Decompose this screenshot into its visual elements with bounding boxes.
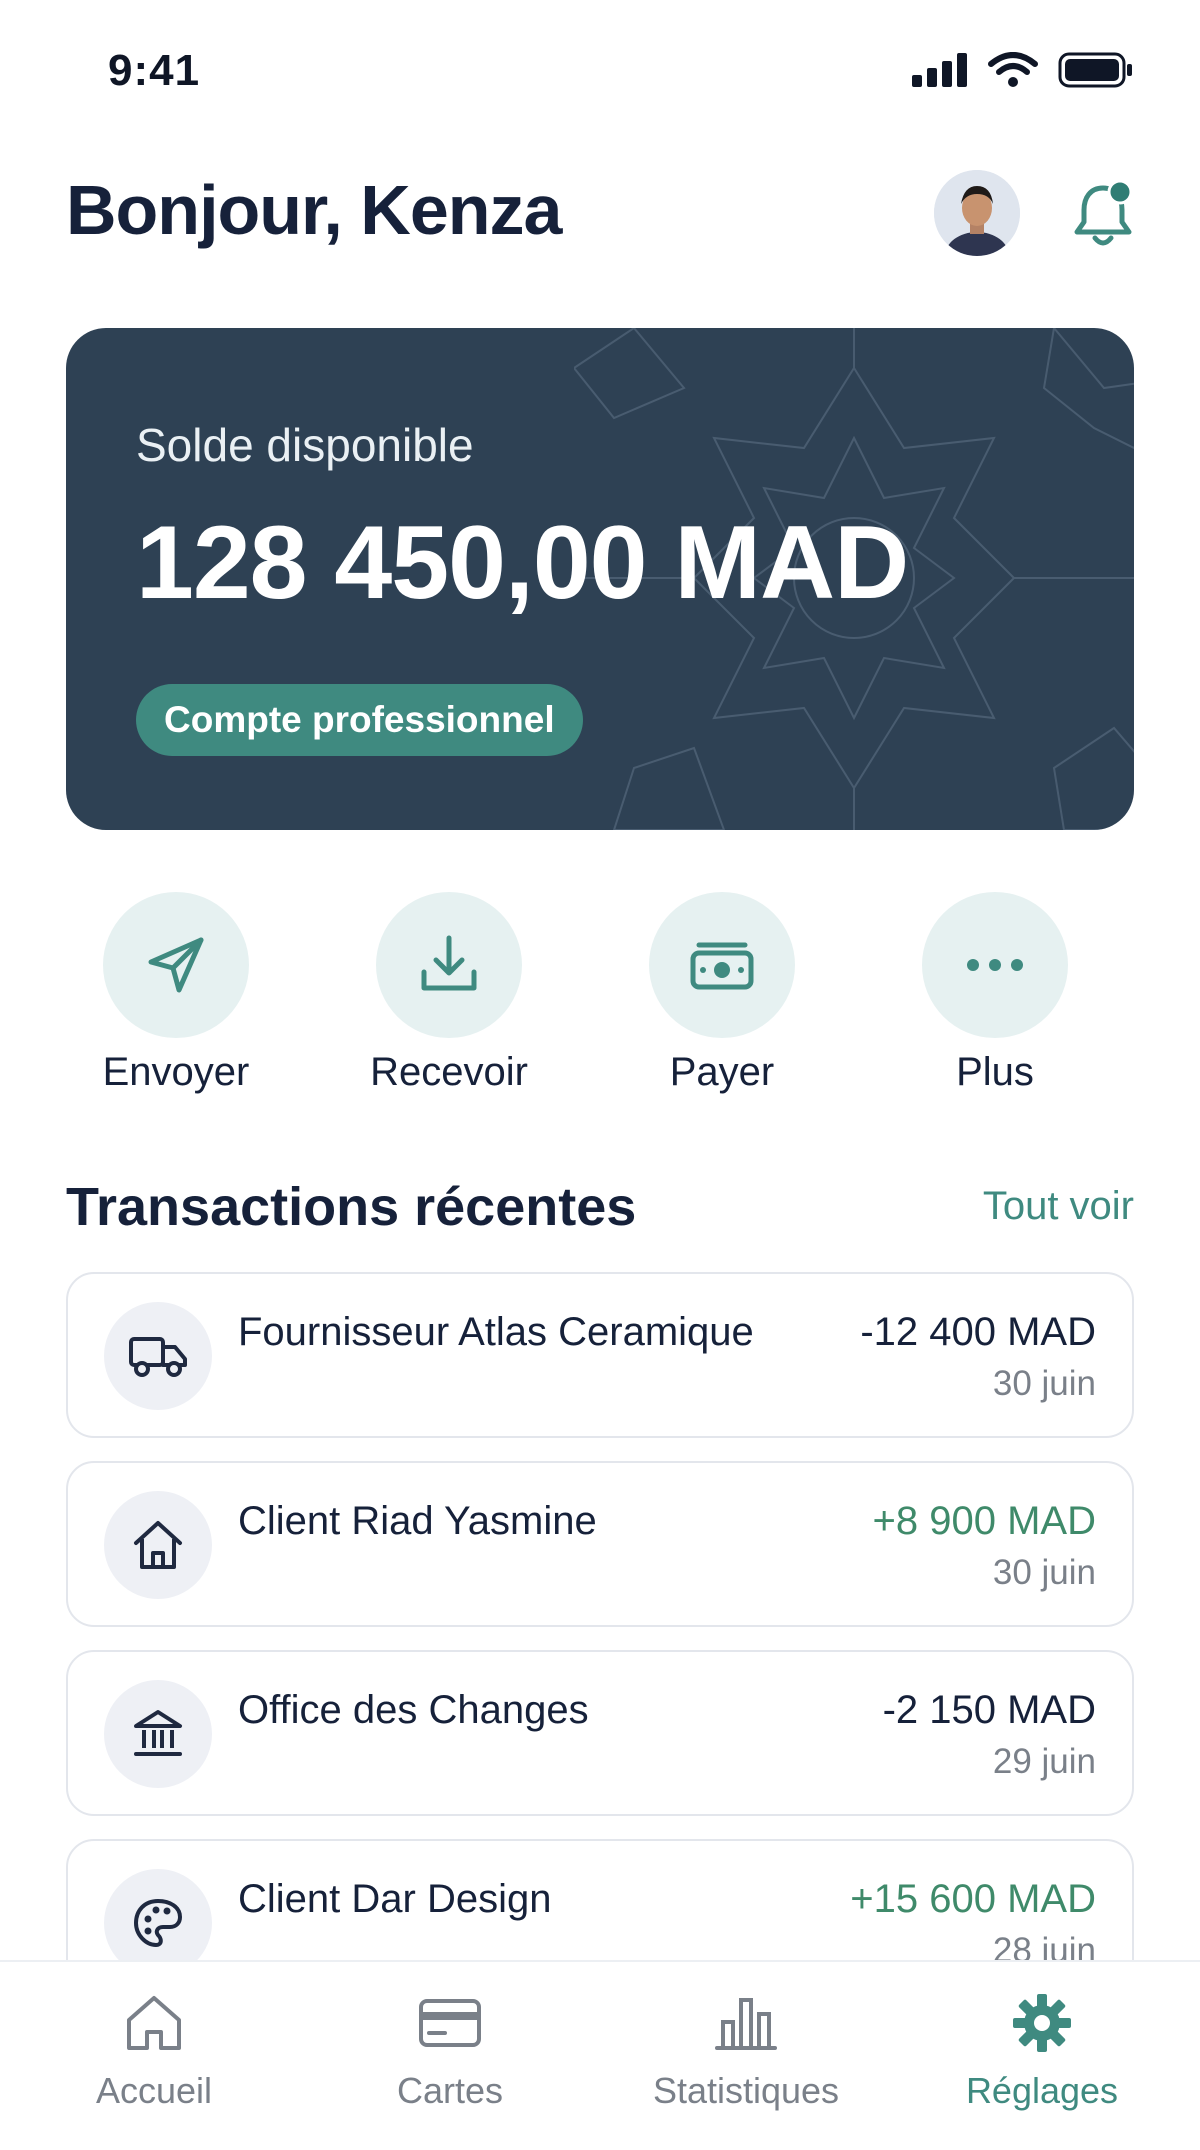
send-action-circle[interactable]: [103, 892, 249, 1038]
wifi-icon: [988, 52, 1038, 87]
nav-item-statistiques[interactable]: Statistiques: [596, 1988, 896, 2112]
palette-icon: [134, 1899, 182, 1947]
nav-item-reglages[interactable]: Réglages: [892, 1988, 1192, 2112]
pay-action-circle[interactable]: [649, 892, 795, 1038]
avatar-photo: [934, 170, 1020, 256]
balance-amount: 128 450,00 MAD: [136, 505, 909, 621]
nav-label: Réglages: [965, 2070, 1119, 2111]
transaction-icon-wrap: [104, 1680, 212, 1788]
transaction-date: 29 juin: [992, 1742, 1096, 1781]
account-type-badge: Compte professionnel: [136, 684, 583, 756]
nav-icon-wrap: [892, 1988, 1192, 2058]
nav-label: Cartes: [396, 2070, 504, 2111]
more-action-label: Plus: [956, 1050, 1034, 1094]
transaction-icon-wrap: [104, 1491, 212, 1599]
transaction-date: 30 juin: [992, 1364, 1096, 1403]
transaction-name: Client Riad Yasmine: [238, 1499, 597, 1543]
transaction-name: Fournisseur Atlas Ceramique: [238, 1310, 754, 1354]
balance-label: Solde disponible: [136, 419, 474, 471]
transaction-amount: +15 600 MAD: [850, 1877, 1096, 1921]
send-action-label: Envoyer: [102, 1050, 250, 1094]
nav-item-accueil[interactable]: Accueil: [4, 1988, 304, 2112]
receive-action-circle[interactable]: [376, 892, 522, 1038]
nav-icon-wrap: [4, 1988, 304, 2058]
bell-icon: [1074, 179, 1133, 246]
nav-label: Statistiques: [652, 2070, 840, 2111]
transaction-row[interactable]: Client Riad Yasmine +8 900 MAD 30 juin: [66, 1461, 1134, 1627]
send-action[interactable]: Envoyer: [66, 892, 286, 1095]
cash-icon: [690, 942, 754, 990]
transaction-amount: +8 900 MAD: [872, 1499, 1096, 1543]
transaction-name: Office des Changes: [238, 1688, 589, 1732]
notification-bell[interactable]: [1068, 176, 1138, 252]
quick-actions: Envoyer Recevoir Payer Plus: [66, 892, 1134, 1112]
transaction-name: Client Dar Design: [238, 1877, 552, 1921]
transaction-amount: -12 400 MAD: [860, 1310, 1096, 1354]
chart-icon: [715, 1998, 777, 2050]
nav-item-cartes[interactable]: Cartes: [300, 1988, 600, 2112]
see-all-link[interactable]: Tout voir: [983, 1184, 1134, 1229]
send-icon: [148, 937, 204, 993]
transaction-date: 30 juin: [992, 1553, 1096, 1592]
more-action-circle[interactable]: [922, 892, 1068, 1038]
transaction-icon-wrap: [104, 1302, 212, 1410]
receive-action-label: Recevoir: [370, 1050, 528, 1094]
status-time: 9:41: [108, 46, 201, 95]
nav-icon-wrap: [596, 1988, 896, 2058]
status-icons: [912, 52, 1134, 88]
house-icon: [134, 1521, 182, 1569]
status-bar: 9:41: [0, 0, 1200, 140]
transactions-title: Transactions récentes: [66, 1177, 637, 1237]
pay-action[interactable]: Payer: [612, 892, 832, 1095]
transaction-row[interactable]: Office des Changes -2 150 MAD 29 juin: [66, 1650, 1134, 1816]
download-icon: [421, 935, 477, 991]
avatar[interactable]: [934, 170, 1020, 256]
more-action[interactable]: Plus: [885, 892, 1105, 1095]
nav-label: Accueil: [95, 2070, 213, 2111]
more-icon: [967, 959, 1023, 971]
receive-action[interactable]: Recevoir: [339, 892, 559, 1095]
gear-icon: [1013, 1994, 1071, 2052]
transaction-row[interactable]: Fournisseur Atlas Ceramique -12 400 MAD …: [66, 1272, 1134, 1438]
truck-icon: [129, 1337, 187, 1377]
battery-icon: [1058, 52, 1132, 88]
home-icon: [127, 1996, 181, 2050]
bottom-nav: Accueil Cartes Statistiques Réglages: [0, 1960, 1200, 2150]
balance-card[interactable]: Solde disponible 128 450,00 MAD Compte p…: [66, 328, 1134, 830]
pay-action-label: Payer: [669, 1050, 775, 1094]
bank-icon: [134, 1710, 182, 1756]
transaction-amount: -2 150 MAD: [882, 1688, 1096, 1732]
card-icon: [419, 1999, 481, 2047]
nav-icon-wrap: [300, 1988, 600, 2058]
greeting-title: Bonjour, Kenza: [66, 171, 562, 249]
signal-icon: [912, 53, 967, 87]
